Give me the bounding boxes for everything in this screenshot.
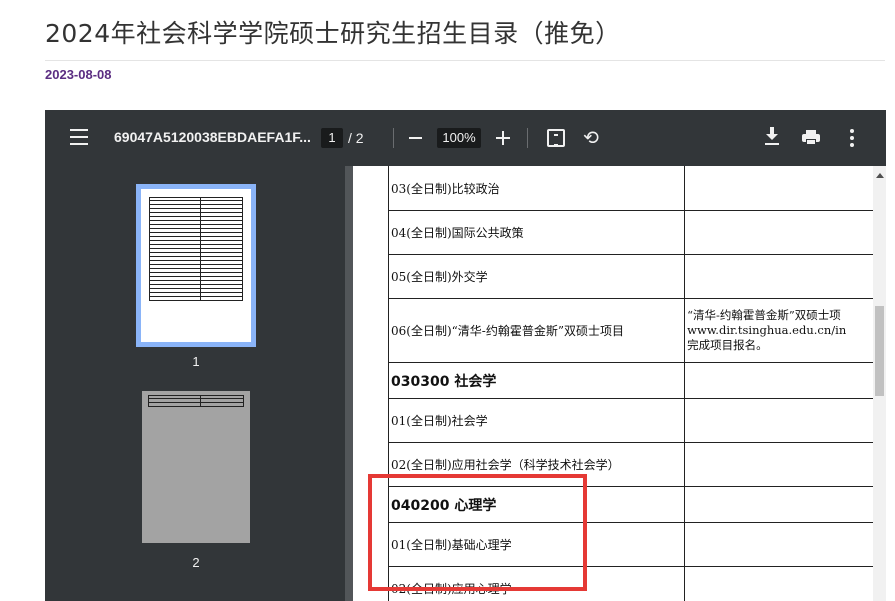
remark-line: www.dir.tsinghua.edu.cn/in [687, 323, 847, 337]
remarks-cell [684, 566, 873, 601]
thumbnail-label: 2 [192, 555, 200, 570]
toolbar-divider [393, 128, 394, 148]
page-title: 2024年社会科学学院硕士研究生招生目录（推免） [45, 19, 621, 48]
page-thumbnail-1[interactable] [136, 184, 256, 347]
remarks-cell: “清华-约翰霍普金斯”双硕士项 www.dir.tsinghua.edu.cn/i… [684, 298, 873, 363]
highlight-box [368, 474, 587, 591]
major-row: 030300 社会学 [387, 362, 873, 399]
remarks-cell [684, 210, 873, 255]
remarks-cell [684, 442, 873, 487]
title-divider [45, 60, 885, 61]
remarks-cell [684, 398, 873, 443]
remarks-cell [684, 362, 873, 399]
scrollbar-thumb[interactable] [875, 306, 884, 396]
print-icon[interactable] [802, 130, 820, 145]
scroll-up-icon[interactable] [876, 173, 884, 178]
toolbar-divider [527, 128, 528, 148]
download-icon[interactable] [765, 127, 779, 147]
program-cell: 01(全日制)社会学 [387, 398, 686, 443]
thumbnail-label: 1 [192, 354, 200, 369]
remarks-cell [684, 486, 873, 523]
program-cell: 05(全日制)外交学 [387, 254, 686, 299]
remarks-cell [684, 166, 873, 211]
vertical-scrollbar[interactable] [873, 166, 886, 601]
file-name: 69047A5120038EBDAEFA1F... [114, 129, 311, 145]
zoom-in-icon[interactable] [496, 131, 510, 145]
publish-date: 2023-08-08 [45, 67, 112, 82]
zoom-level-input[interactable]: 100% [437, 128, 481, 148]
remarks-cell [684, 522, 873, 567]
remark-line: “清华-约翰霍普金斯”双硕士项 [687, 308, 841, 322]
remarks-cell [684, 254, 873, 299]
page-total: / 2 [348, 130, 364, 146]
page-number-input[interactable]: 1 [321, 128, 343, 148]
program-cell: 06(全日制)“清华-约翰霍普金斯”双硕士项目 [387, 298, 686, 363]
table-row: 04(全日制)国际公共政策 [387, 210, 873, 255]
rotate-icon[interactable]: ⟲ [583, 127, 599, 150]
table-row: 06(全日制)“清华-约翰霍普金斯”双硕士项目 “清华-约翰霍普金斯”双硕士项 ww… [387, 298, 873, 363]
zoom-out-icon[interactable] [409, 137, 422, 139]
more-icon[interactable] [850, 129, 854, 147]
table-row: 03(全日制)比较政治 [387, 166, 873, 211]
fit-page-icon[interactable] [547, 129, 565, 147]
remark-line: 完成项目报名。 [687, 338, 768, 352]
thumbnail-sidebar: 1 2 [45, 166, 345, 601]
page-thumbnail-2[interactable] [142, 391, 250, 543]
menu-icon[interactable] [70, 129, 88, 145]
pdf-toolbar: 69047A5120038EBDAEFA1F... 1 / 2 100% ⟲ [45, 110, 886, 166]
table-row: 01(全日制)社会学 [387, 398, 873, 443]
table-row: 05(全日制)外交学 [387, 254, 873, 299]
program-cell: 03(全日制)比较政治 [387, 166, 686, 211]
program-cell: 030300 社会学 [387, 362, 686, 399]
program-cell: 04(全日制)国际公共政策 [387, 210, 686, 255]
